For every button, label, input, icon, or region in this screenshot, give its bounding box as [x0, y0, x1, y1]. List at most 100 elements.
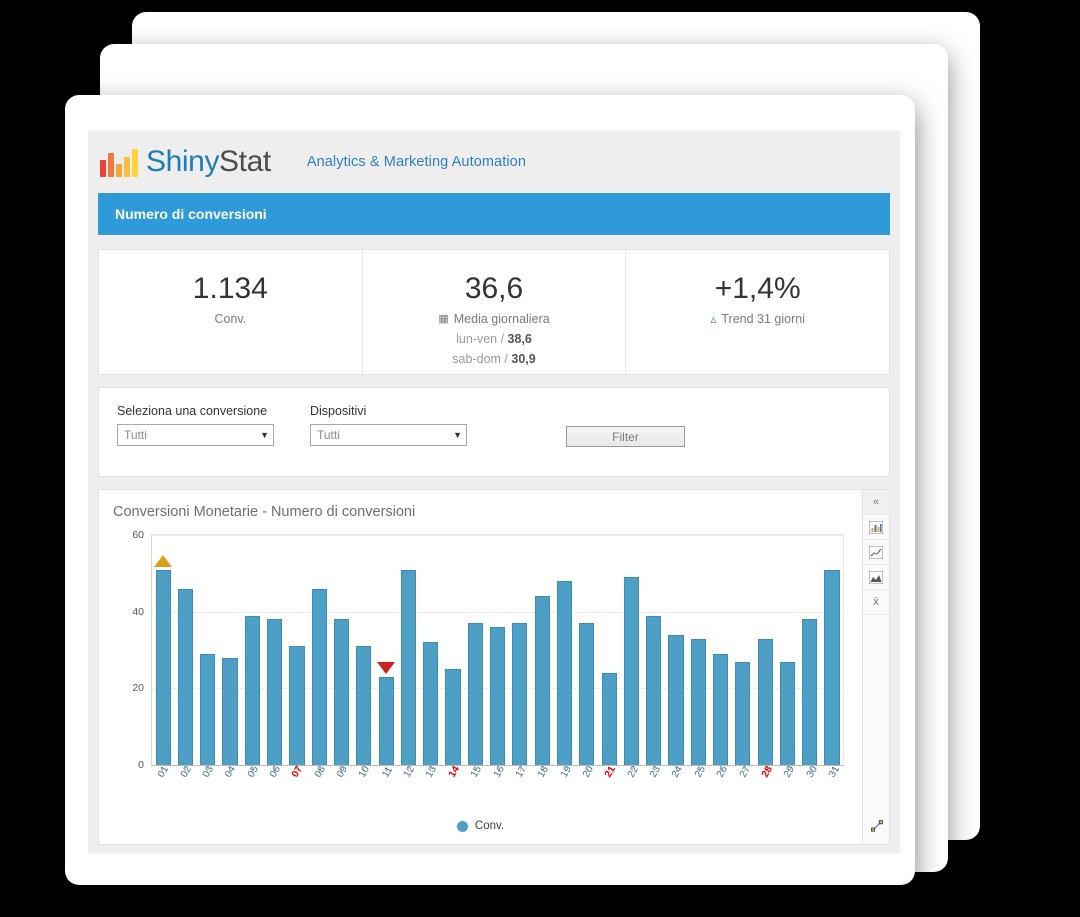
x-axis-tick-label: 09	[334, 764, 351, 780]
expand-chart-button[interactable]	[863, 816, 890, 840]
shinystat-logo[interactable]: ShinyStat	[100, 147, 271, 177]
bar-slot	[576, 535, 598, 765]
bar[interactable]	[556, 581, 573, 765]
bar[interactable]	[646, 615, 662, 765]
x-axis-slot: 07	[285, 764, 307, 807]
logo-bars-icon	[100, 149, 138, 177]
x-axis-slot: 05	[240, 764, 262, 807]
bar-slot	[486, 535, 508, 765]
bar[interactable]	[467, 623, 483, 765]
filter-panel: Seleziona una conversione Tutti ▼ Dispos…	[98, 387, 890, 477]
x-axis-tick-label: 01	[156, 764, 172, 780]
x-axis-tick-label: 05	[245, 764, 261, 780]
collapse-toolbar-button[interactable]: «	[862, 490, 890, 515]
x-axis-tick-label: 25	[692, 764, 708, 780]
bar[interactable]	[155, 569, 171, 765]
app-header: ShinyStat Analytics & Marketing Automati…	[88, 131, 900, 193]
bar-slot	[219, 535, 241, 765]
line-chart-view-button[interactable]	[862, 540, 890, 565]
filter-button[interactable]: Filter	[566, 426, 685, 447]
x-axis-tick-label: 10	[357, 764, 373, 780]
x-axis: 01 02 03 04 05 06 07 08 09 10 11 12 13 14 15 16 17 18 19 20…	[151, 764, 844, 807]
x-axis-slot: 21	[598, 764, 620, 807]
y-axis-tick-label: 20	[132, 682, 144, 695]
bar-slot	[330, 535, 352, 765]
area-chart-view-button[interactable]	[862, 565, 890, 590]
plot-area: 0 20 40 60	[132, 529, 844, 771]
bar[interactable]	[177, 588, 194, 765]
bar[interactable]	[712, 653, 729, 765]
bar-slot	[553, 535, 575, 765]
bar[interactable]	[378, 676, 394, 765]
bar[interactable]	[333, 619, 350, 765]
bar[interactable]	[244, 615, 260, 765]
bar-slot	[509, 535, 531, 765]
bar[interactable]	[222, 657, 238, 765]
kpi-daily-average-label-row: ▦ Media giornaliera	[438, 312, 549, 326]
bar-slot	[197, 535, 219, 765]
bar[interactable]	[445, 669, 461, 765]
bar-slot	[643, 535, 665, 765]
x-axis-tick-label: 22	[625, 764, 641, 780]
bar[interactable]	[802, 619, 818, 765]
kpi-trend-value: +1,4%	[714, 272, 801, 305]
devices-select[interactable]: Tutti ▼	[310, 424, 467, 446]
x-axis-tick-label: 16	[491, 764, 507, 780]
bar[interactable]	[490, 627, 506, 765]
bar-slot	[286, 535, 308, 765]
legend-label: Conv.	[474, 820, 505, 832]
mean-toggle-button[interactable]: x̄	[862, 590, 890, 615]
x-axis-slot: 17	[509, 764, 531, 807]
bar[interactable]	[824, 569, 840, 765]
bar[interactable]	[579, 623, 595, 765]
chart-main: Conversioni Monetarie - Numero di conver…	[99, 490, 862, 844]
max-value-marker-icon	[154, 554, 173, 567]
bar[interactable]	[690, 638, 706, 765]
x-axis-tick-label: 06	[267, 764, 283, 780]
bar[interactable]	[289, 646, 305, 765]
bar[interactable]	[534, 596, 550, 765]
bar-slot	[776, 535, 798, 765]
x-axis-tick-label: 12	[402, 764, 418, 780]
x-axis-slot: 30	[799, 764, 821, 807]
bar[interactable]	[200, 653, 216, 765]
app-window: ShinyStat Analytics & Marketing Automati…	[88, 131, 900, 853]
bar[interactable]	[423, 642, 439, 765]
bar[interactable]	[623, 577, 639, 765]
x-axis-tick-label: 19	[558, 764, 574, 780]
page-title: Numero di conversioni	[115, 206, 267, 222]
bar[interactable]	[735, 661, 751, 765]
bar[interactable]	[311, 588, 327, 765]
chevron-down-icon: ▼	[260, 430, 269, 440]
kpi-trend-label-row: ▵ Trend 31 giorni	[710, 312, 805, 326]
chevron-down-icon: ▼	[453, 430, 462, 440]
x-axis-tick-label: 21	[603, 764, 619, 780]
chart-legend[interactable]: Conv.	[99, 820, 862, 832]
bar-slot	[799, 535, 821, 765]
bar-slot	[620, 535, 642, 765]
bar[interactable]	[267, 619, 283, 765]
bar[interactable]	[356, 646, 372, 765]
bar[interactable]	[668, 634, 684, 765]
bar[interactable]	[601, 673, 617, 765]
x-axis-slot: 20	[576, 764, 598, 807]
kpi-weekday-value: 38,6	[507, 331, 532, 346]
bar-chart-view-button[interactable]	[862, 515, 890, 540]
x-axis-tick-label: 20	[580, 764, 596, 780]
bar-slot	[442, 535, 464, 765]
bar-slot	[308, 535, 330, 765]
bar[interactable]	[512, 623, 528, 765]
bar-slot	[464, 535, 486, 765]
bar-slot	[821, 535, 843, 765]
bar[interactable]	[757, 638, 773, 765]
kpi-daily-average: 36,6 ▦ Media giornaliera lun-ven / 38,6 …	[363, 250, 627, 374]
x-axis-slot: 19	[553, 764, 575, 807]
x-axis-slot: 15	[464, 764, 486, 807]
filter-conversion-group: Seleziona una conversione Tutti ▼	[117, 404, 274, 446]
x-axis-slot: 12	[397, 764, 419, 807]
conversion-select[interactable]: Tutti ▼	[117, 424, 274, 446]
kpi-weekday-average: lun-ven / 38,6	[456, 332, 532, 346]
bar[interactable]	[400, 569, 416, 765]
bar-chart-icon	[869, 520, 883, 534]
bar[interactable]	[779, 661, 796, 765]
